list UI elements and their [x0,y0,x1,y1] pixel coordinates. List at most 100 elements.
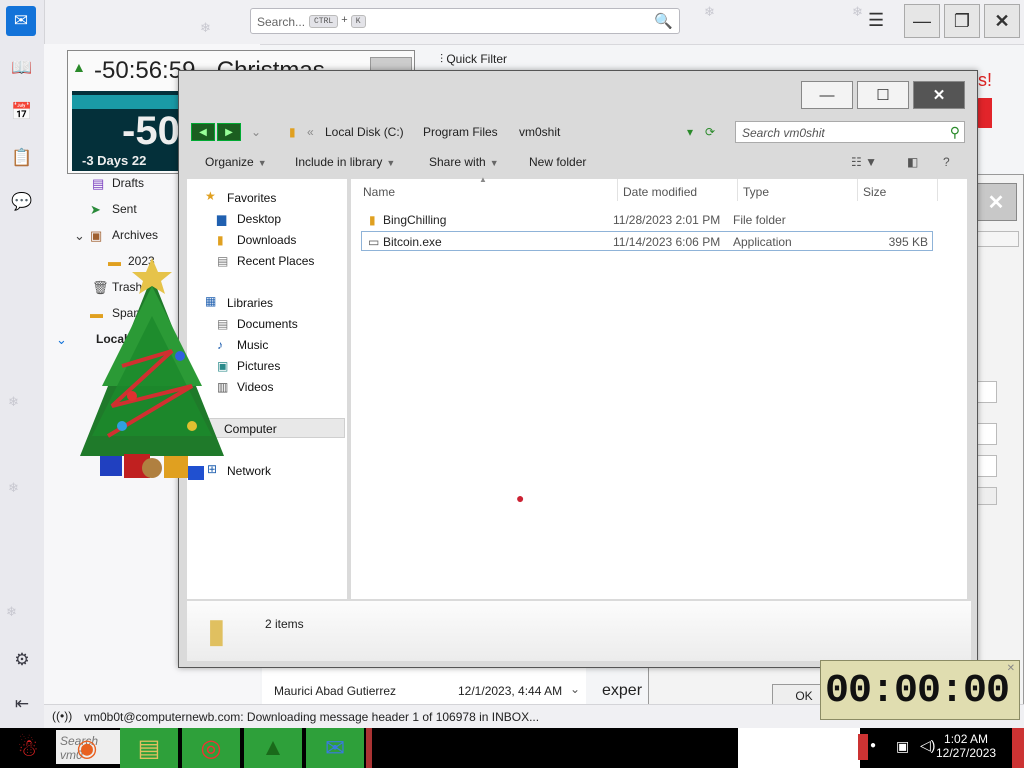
back-icon[interactable]: ◀ [191,123,215,141]
start-button[interactable]: ☃ [4,730,52,766]
nav-favorites[interactable]: Favorites [227,191,276,205]
chat-icon[interactable]: 💬 [8,188,36,216]
tb-minimize-button[interactable]: — [904,4,940,38]
explorer-maximize-button[interactable]: ☐ [857,81,909,109]
tray-marker [858,734,868,760]
dropdown-icon[interactable]: ▾ [687,125,693,139]
organize-label: Organize [205,155,254,169]
table-row[interactable]: ▮ BingChilling 11/28/2023 2:01 PM File f… [361,210,933,230]
new-folder-button[interactable]: New folder [529,155,586,169]
organize-button[interactable]: Organize ▼ [205,155,267,169]
breadcrumb-local-disk[interactable]: Local Disk (C:) [325,125,404,139]
view-options-icon[interactable]: ☷ ▼ [851,155,877,169]
folder-icon: ▮ [289,125,296,139]
file-size: 395 KB [888,235,928,249]
mouse-cursor-icon: ● [516,490,525,506]
christmas-tree-taskbar-icon[interactable]: ▲ [244,728,302,768]
dialog-dropdown[interactable] [977,487,997,505]
clock-time: 1:02 AM [944,732,989,746]
chevron-down-icon[interactable]: ⌄ [74,228,85,244]
refresh-icon[interactable]: ⟳ [705,125,715,139]
explorer-close-button[interactable]: ✕ [913,81,965,109]
collapse-icon[interactable]: ⇤ [8,690,36,718]
nav-downloads[interactable]: Downloads [237,233,296,247]
chevron-left-icon: « [307,125,314,139]
settings-gear-icon[interactable]: ⚙ [8,646,36,674]
sent-icon: ➤ [90,202,101,217]
firefox-icon[interactable]: ◉ [58,728,116,768]
dialog-field[interactable] [977,231,1019,247]
breadcrumb-program-files[interactable]: Program Files [423,125,498,139]
tree-mini-icon: ▲ [72,59,86,75]
nav-desktop[interactable]: Desktop [237,212,281,226]
tb-close-button[interactable]: ✕ [984,4,1020,38]
snowflake-icon: ❄ [852,4,863,19]
taskbar-divider [366,728,372,768]
calendar-icon[interactable]: 📅 [8,98,36,126]
message-date: 12/1/2023, 4:44 AM [458,684,563,698]
thunderbird-taskbar-icon[interactable]: ✉ [306,728,364,768]
folder-large-icon: ▮ [207,612,226,650]
folder-sent[interactable]: Sent [112,202,137,216]
app-menu-icon[interactable]: ☰ [868,10,884,31]
details-pane: ▮ 2 items [187,601,971,661]
gadget-close-icon[interactable]: ✕ [1007,663,1015,674]
help-icon[interactable]: ? [943,155,950,169]
sort-arrow-icon: ▲ [479,175,487,184]
dialog-field[interactable] [977,381,997,403]
search-icon[interactable]: ⚲ [950,124,960,141]
star-icon: ★ [205,189,216,203]
breadcrumb-vm0shit[interactable]: vm0shit [519,125,560,139]
quick-filter-button[interactable]: ⫶ Quick Filter [440,52,507,67]
digital-clock-gadget[interactable]: 00:00:00 ✕ [820,660,1020,720]
explorer-minimize-button[interactable]: — [801,81,853,109]
countdown-number: -50 [122,109,180,153]
search-icon[interactable]: 🔍 [654,12,673,30]
explorer-taskbar-icon[interactable]: ▤ [120,728,178,768]
item-count: 2 items [265,617,304,631]
red-action-button[interactable] [976,98,992,128]
preview-pane-icon[interactable]: ◧ [907,155,918,169]
global-search-input[interactable]: Search... CTRL + K 🔍 [250,8,680,34]
taskbar-blank-area [738,728,860,768]
table-row[interactable]: Maurici Abad Gutierrez 12/1/2023, 4:44 A… [262,680,586,702]
recent-pages-icon[interactable]: ⌄ [251,125,261,139]
countdown-display: -50 -3 Days 22 [72,91,182,171]
forward-icon[interactable]: ▶ [217,123,241,141]
file-date: 11/28/2023 2:01 PM [613,213,721,227]
snowflake-icon: ❄ [8,480,19,495]
chevron-down-icon[interactable]: ⌄ [570,682,580,696]
column-date-modified[interactable]: Date modified [623,185,697,199]
show-desktop-button[interactable] [1012,728,1024,768]
warning-mark: s! [978,70,993,90]
tb-restore-button[interactable]: ❐ [944,4,980,38]
address-book-icon[interactable]: 📖 [8,54,36,82]
include-label: Include in library [295,155,383,169]
dialog-field[interactable] [977,423,997,445]
volume-icon[interactable]: ◁) [920,737,935,754]
explorer-search-placeholder: Search vm0shit [742,126,825,140]
folder-archives[interactable]: Archives [112,228,158,242]
message-list: Maurici Abad Gutierrez 12/1/2023, 4:44 A… [262,668,586,708]
column-size[interactable]: Size [863,185,886,199]
activity-icon[interactable]: ((•)) [52,709,72,723]
countdown-band [72,95,182,109]
application-icon: ▭ [368,235,380,249]
share-with-button[interactable]: Share with ▼ [429,155,499,169]
tray-dot-icon[interactable]: ● [870,740,876,751]
table-row[interactable]: ▭ Bitcoin.exe 11/14/2023 6:06 PM Applica… [361,231,933,251]
column-name[interactable]: Name [363,185,395,199]
explorer-search-input[interactable]: Search vm0shit ⚲ [735,121,965,143]
include-in-library-button[interactable]: Include in library ▼ [295,155,395,169]
folder-icon: ▮ [369,213,376,227]
dialog-close-icon[interactable]: ✕ [975,183,1017,221]
network-tray-icon[interactable]: ▣ [896,738,909,755]
quick-filter-label: Quick Filter [446,52,508,66]
dialog-field[interactable] [977,455,997,477]
tasks-icon[interactable]: 📋 [8,144,36,172]
column-type[interactable]: Type [743,185,769,199]
mail-space-icon[interactable]: ✉ [6,6,36,36]
folder-drafts[interactable]: Drafts [112,176,144,190]
chrome-icon[interactable]: ◎ [182,728,240,768]
taskbar-clock[interactable]: 1:02 AM 12/27/2023 [936,732,996,760]
